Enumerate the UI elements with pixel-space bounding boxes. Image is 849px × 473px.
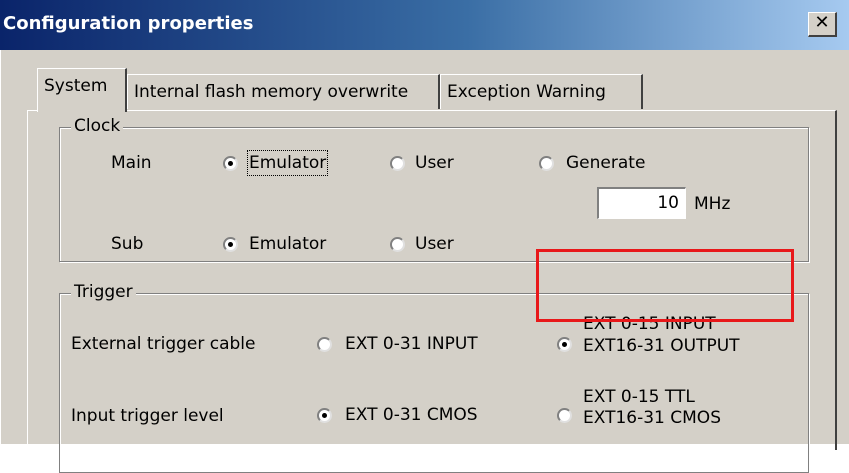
- input-trigger-level-label: Input trigger level: [71, 406, 224, 426]
- tab-label: Internal flash memory overwrite: [134, 82, 409, 102]
- main-emulator-label[interactable]: Emulator: [246, 150, 329, 176]
- frequency-unit: MHz: [694, 194, 731, 214]
- dialog-body: System Internal flash memory overwrite E…: [0, 50, 849, 473]
- main-user-radio[interactable]: [390, 156, 405, 171]
- tab-system[interactable]: System: [37, 68, 127, 112]
- close-icon: ✕: [814, 12, 830, 33]
- tab-internal-flash-memory-overwrite[interactable]: Internal flash memory overwrite: [127, 74, 440, 109]
- ext-0-15-ttl-label[interactable]: EXT 0-15 TTL: [583, 386, 695, 408]
- red-highlight-box: [536, 249, 794, 322]
- clock-main-label: Main: [111, 153, 152, 173]
- external-trigger-cable-label: External trigger cable: [71, 334, 256, 354]
- ext-0-31-cmos-label[interactable]: EXT 0-31 CMOS: [345, 404, 478, 426]
- main-user-label[interactable]: User: [415, 152, 454, 174]
- ext-0-31-input-radio[interactable]: [317, 337, 332, 352]
- title-bar: Configuration properties ✕: [0, 0, 849, 50]
- trigger-group-legend: Trigger: [71, 282, 136, 302]
- frequency-input[interactable]: 10: [597, 187, 686, 219]
- ext-0-31-cmos-radio[interactable]: [317, 408, 332, 423]
- main-emulator-radio[interactable]: [223, 156, 238, 171]
- window-title: Configuration properties: [3, 13, 254, 34]
- tab-exception-warning[interactable]: Exception Warning: [440, 74, 643, 109]
- ext-0-31-input-label[interactable]: EXT 0-31 INPUT: [345, 333, 478, 355]
- clock-sub-label: Sub: [111, 234, 144, 254]
- close-button[interactable]: ✕: [808, 12, 837, 37]
- frequency-value: 10: [657, 193, 679, 213]
- ext16-31-cmos-label[interactable]: EXT16-31 CMOS: [583, 407, 721, 429]
- tab-label: System: [44, 76, 108, 96]
- main-generate-radio[interactable]: [539, 156, 554, 171]
- ext16-31-output-label[interactable]: EXT16-31 OUTPUT: [583, 335, 740, 357]
- sub-emulator-radio[interactable]: [223, 237, 238, 252]
- ext-0-15-ttl-ext16-31-cmos-radio[interactable]: [557, 408, 572, 423]
- tab-label: Exception Warning: [447, 82, 606, 102]
- sub-user-radio[interactable]: [390, 237, 405, 252]
- main-generate-label[interactable]: Generate: [566, 152, 645, 174]
- clock-group-legend: Clock: [71, 116, 124, 136]
- sub-emulator-label[interactable]: Emulator: [249, 233, 326, 255]
- sub-user-label[interactable]: User: [415, 233, 454, 255]
- ext-0-15-input-ext16-31-output-radio[interactable]: [557, 337, 572, 352]
